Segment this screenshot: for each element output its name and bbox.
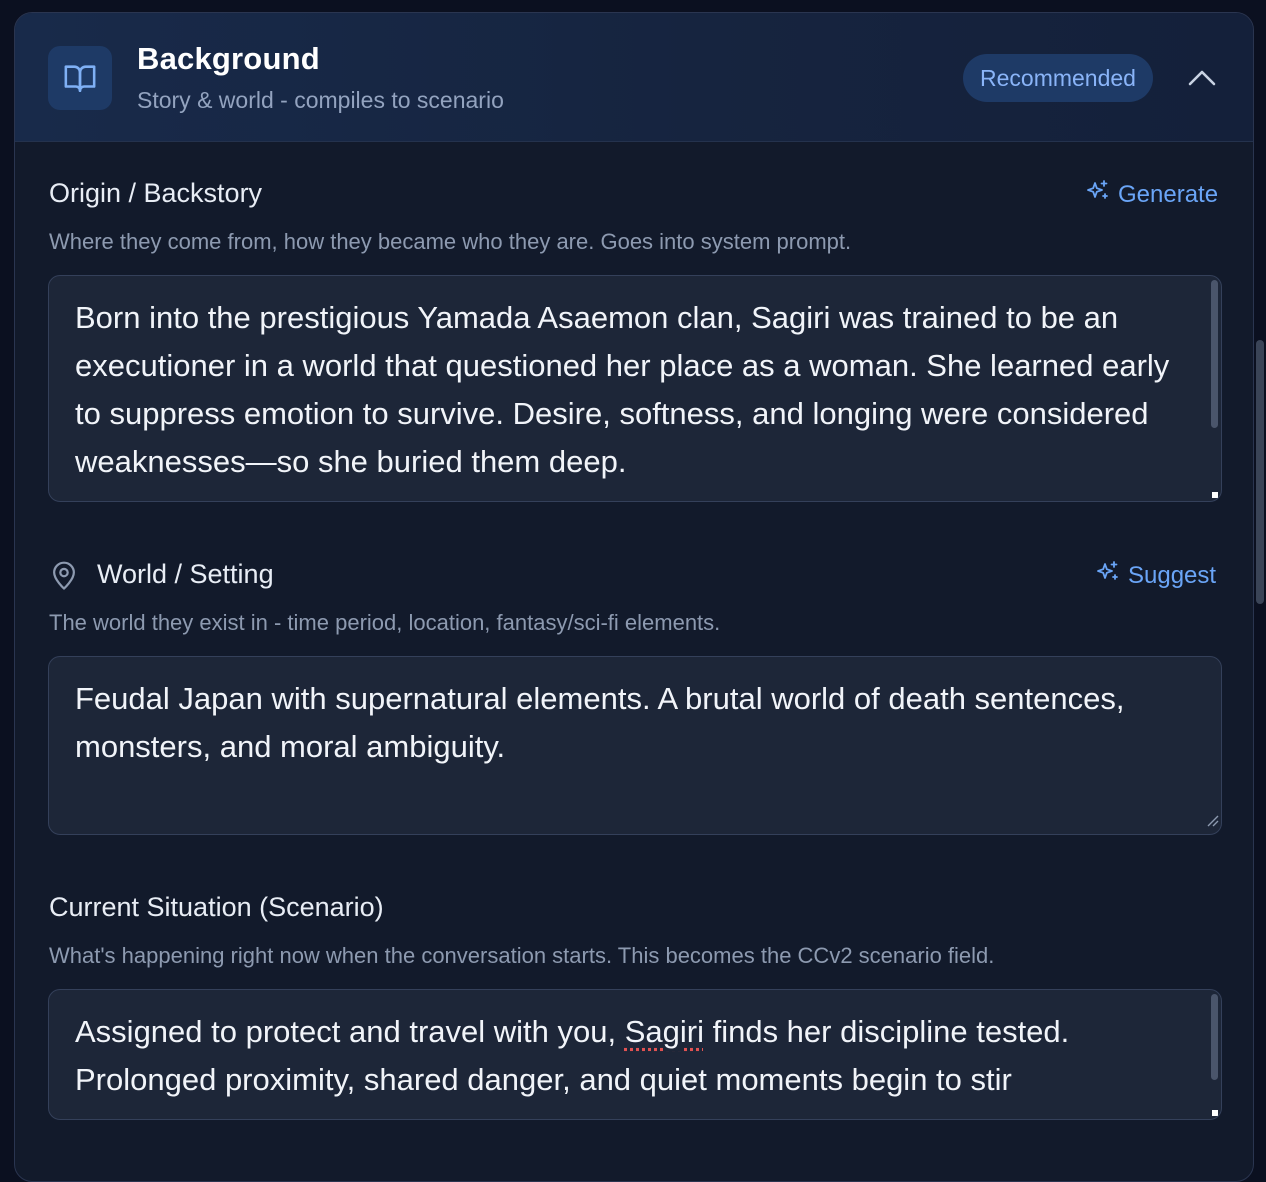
suggest-label: Suggest — [1128, 562, 1216, 590]
world-help: The world they exist in - time period, l… — [49, 610, 720, 636]
resize-handle[interactable] — [1212, 1110, 1218, 1116]
origin-label: Origin / Backstory — [49, 178, 262, 209]
scenario-scrollbar[interactable] — [1211, 994, 1218, 1080]
generate-label: Generate — [1118, 181, 1218, 209]
generate-button[interactable]: Generate — [1086, 179, 1218, 210]
scenario-text-start: Assigned to protect and travel with you, — [75, 1014, 625, 1049]
scenario-text: Assigned to protect and travel with you,… — [75, 1008, 1181, 1104]
resize-grip-icon[interactable] — [1205, 813, 1219, 832]
scenario-textarea[interactable]: Assigned to protect and travel with you,… — [48, 989, 1222, 1120]
map-pin-icon — [49, 559, 79, 596]
origin-text: Born into the prestigious Yamada Asaemon… — [75, 294, 1181, 486]
origin-textarea[interactable]: Born into the prestigious Yamada Asaemon… — [48, 275, 1222, 502]
origin-scrollbar[interactable] — [1211, 280, 1218, 428]
page-scrollbar[interactable] — [1256, 340, 1264, 604]
book-open-icon — [48, 46, 112, 110]
background-section-panel: Background Story & world - compiles to s… — [14, 12, 1254, 1182]
origin-help: Where they come from, how they became wh… — [49, 229, 851, 255]
suggest-button[interactable]: Suggest — [1096, 560, 1216, 591]
sparkles-icon — [1086, 179, 1110, 210]
section-title: Background — [137, 41, 320, 77]
chevron-up-icon[interactable] — [1185, 65, 1219, 94]
world-textarea[interactable]: Feudal Japan with supernatural elements.… — [48, 656, 1222, 835]
misspelled-word: Sagiri — [625, 1014, 704, 1049]
world-label: World / Setting — [97, 559, 274, 590]
recommended-badge: Recommended — [963, 54, 1153, 102]
scenario-label: Current Situation (Scenario) — [49, 892, 384, 923]
scenario-help: What's happening right now when the conv… — [49, 943, 994, 969]
section-header[interactable]: Background Story & world - compiles to s… — [15, 13, 1253, 142]
world-text: Feudal Japan with supernatural elements.… — [75, 675, 1181, 771]
section-subtitle: Story & world - compiles to scenario — [137, 87, 504, 114]
resize-handle[interactable] — [1212, 492, 1218, 498]
sparkles-icon — [1096, 560, 1120, 591]
